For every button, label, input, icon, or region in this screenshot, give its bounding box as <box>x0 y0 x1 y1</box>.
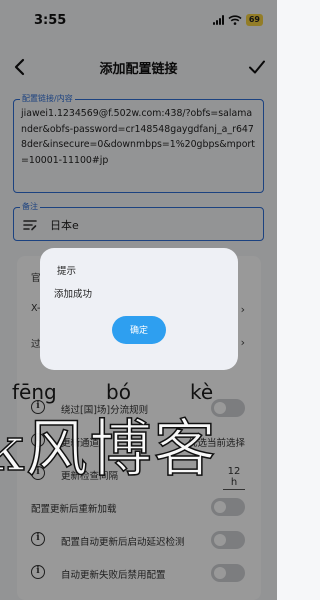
dialog-title: 提示 <box>57 266 77 277</box>
confirm-button[interactable]: 确定 <box>112 316 166 344</box>
dialog-message: 添加成功 <box>54 289 93 300</box>
alert-dialog: 提示 添加成功 确定 <box>40 248 238 370</box>
